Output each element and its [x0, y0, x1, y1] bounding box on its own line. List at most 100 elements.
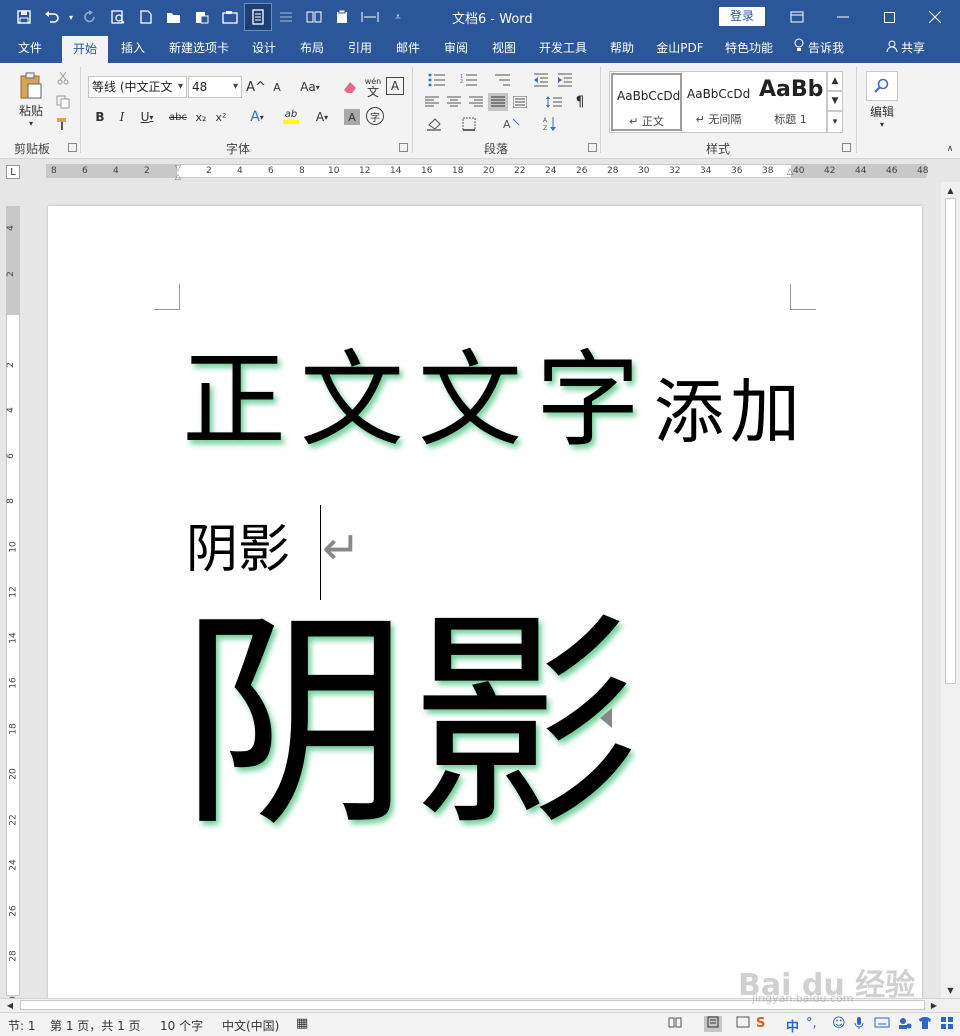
- spacing-icon[interactable]: [356, 3, 384, 31]
- strikethrough-button[interactable]: abc: [166, 107, 190, 127]
- char-border-button[interactable]: A: [386, 77, 404, 95]
- doc-big-shadow-text[interactable]: 阴影: [180, 600, 640, 850]
- bullets-icon[interactable]: [422, 71, 452, 89]
- clear-format-icon[interactable]: [340, 77, 360, 97]
- minimize-icon[interactable]: [820, 0, 866, 34]
- customize-icon[interactable]: ⩡: [384, 3, 412, 31]
- columns-icon[interactable]: [300, 3, 328, 31]
- tab-insert[interactable]: 插入: [112, 34, 154, 63]
- emoji-icon[interactable]: ☺: [832, 1016, 846, 1031]
- doc-paragraph-1-cont[interactable]: 阴影: [186, 512, 290, 588]
- align-icon[interactable]: [272, 3, 300, 31]
- toolbox-icon[interactable]: [940, 1016, 954, 1034]
- read-mode-icon[interactable]: [668, 1016, 682, 1032]
- italic-button[interactable]: I: [114, 107, 130, 127]
- style-no-spacing[interactable]: AaBbCcDd ↵ 无间隔: [683, 73, 754, 131]
- copy-icon[interactable]: [54, 93, 72, 111]
- indent-markers-icon[interactable]: ▽ △: [172, 160, 184, 184]
- align-right-icon[interactable]: [466, 93, 486, 111]
- sogou-ime-icon[interactable]: S: [756, 1016, 765, 1031]
- ime-mode-indicator[interactable]: 中: [786, 1016, 799, 1035]
- format-painter-icon[interactable]: [54, 115, 72, 133]
- enclose-char-button[interactable]: 字: [366, 107, 384, 125]
- multilevel-list-icon[interactable]: [486, 71, 518, 89]
- styles-scroll-down-icon[interactable]: ▼: [827, 91, 843, 111]
- increase-indent-icon[interactable]: [554, 71, 576, 89]
- sort-icon[interactable]: AZ: [540, 115, 560, 133]
- underline-button[interactable]: U ▾: [136, 107, 158, 127]
- open-icon[interactable]: [160, 3, 188, 31]
- justify-icon[interactable]: [488, 93, 508, 111]
- close-icon[interactable]: [912, 0, 958, 34]
- tab-tell-me[interactable]: 告诉我: [794, 34, 864, 63]
- status-section[interactable]: 节: 1: [8, 1017, 36, 1034]
- status-language[interactable]: 中文(中国): [222, 1017, 279, 1034]
- print-layout-icon[interactable]: [704, 1016, 722, 1032]
- grow-font-button[interactable]: A^: [246, 77, 266, 97]
- font-size-combo[interactable]: 48 ▾: [188, 76, 242, 98]
- shrink-font-button[interactable]: A: [268, 77, 286, 97]
- style-heading-1[interactable]: AaBb 标题 1: [755, 73, 826, 131]
- shading-icon[interactable]: [422, 115, 450, 133]
- scroll-down-icon[interactable]: ▼: [944, 984, 957, 996]
- decrease-indent-icon[interactable]: [530, 71, 552, 89]
- superscript-button[interactable]: x²: [212, 107, 230, 127]
- scroll-up-icon[interactable]: ▲: [944, 184, 957, 196]
- paste-button[interactable]: 粘贴 ▾: [12, 71, 50, 129]
- distributed-icon[interactable]: [510, 93, 530, 111]
- tab-selector-icon[interactable]: L: [6, 165, 20, 179]
- tab-new[interactable]: 新建选项卡: [164, 34, 234, 63]
- paste-options-icon[interactable]: [328, 3, 356, 31]
- new-doc-icon[interactable]: [132, 3, 160, 31]
- save-icon[interactable]: [10, 3, 38, 31]
- share-button[interactable]: 共享: [886, 34, 946, 63]
- vertical-ruler[interactable]: 4224681012141618202224262830: [6, 206, 20, 1007]
- font-color-button[interactable]: A ▾: [310, 107, 334, 127]
- edit-button[interactable]: 编辑: [862, 103, 902, 119]
- undo-icon[interactable]: [38, 3, 66, 31]
- macro-icon[interactable]: ▦: [296, 1016, 308, 1031]
- tab-references[interactable]: 引用: [340, 34, 380, 63]
- keyboard-icon[interactable]: [874, 1016, 890, 1032]
- tab-developer[interactable]: 开发工具: [532, 34, 594, 63]
- screenshot-icon[interactable]: [216, 3, 244, 31]
- phonetic-guide-button[interactable]: wén 文: [362, 75, 384, 99]
- collapse-ribbon-icon[interactable]: ∧: [944, 143, 956, 155]
- maximize-icon[interactable]: [866, 0, 912, 34]
- tab-features[interactable]: 特色功能: [718, 34, 780, 63]
- right-indent-icon[interactable]: △: [784, 166, 796, 178]
- web-layout-icon[interactable]: [736, 1016, 750, 1032]
- ribbon-display-icon[interactable]: [774, 0, 820, 34]
- char-shading-button[interactable]: A: [344, 109, 360, 125]
- undo-dropdown-icon[interactable]: ▾: [66, 3, 76, 31]
- tab-home[interactable]: 开始: [62, 36, 108, 63]
- status-page[interactable]: 第 1 页，共 1 页: [50, 1017, 141, 1034]
- styles-launcher-icon[interactable]: [842, 143, 851, 152]
- tab-layout[interactable]: 布局: [292, 34, 332, 63]
- tab-design[interactable]: 设计: [244, 34, 284, 63]
- styles-more-icon[interactable]: ▾: [827, 111, 843, 133]
- text-effects-button[interactable]: A ▾: [242, 107, 272, 127]
- styles-scroll-up-icon[interactable]: ▲: [827, 71, 843, 91]
- paste-icon[interactable]: [188, 3, 216, 31]
- scroll-left-icon[interactable]: ◀: [4, 1000, 16, 1010]
- change-case-button[interactable]: Aa ▾: [294, 77, 326, 97]
- skin-icon[interactable]: [898, 1016, 912, 1034]
- status-words[interactable]: 10 个字: [160, 1017, 203, 1034]
- highlight-button[interactable]: ab: [276, 105, 306, 127]
- vertical-scroll-thumb[interactable]: [945, 198, 956, 684]
- punctuation-icon[interactable]: °,: [806, 1016, 817, 1031]
- line-spacing-icon[interactable]: [540, 93, 568, 111]
- align-center-icon[interactable]: [444, 93, 464, 111]
- bold-button[interactable]: B: [92, 107, 108, 127]
- find-icon[interactable]: [866, 71, 898, 101]
- align-left-icon[interactable]: [422, 93, 442, 111]
- redo-icon[interactable]: [76, 3, 104, 31]
- scroll-right-icon[interactable]: ▶: [928, 1000, 940, 1010]
- tab-review[interactable]: 审阅: [436, 34, 476, 63]
- login-button[interactable]: 登录: [719, 7, 765, 26]
- clipboard-launcher-icon[interactable]: [68, 143, 77, 152]
- font-launcher-icon[interactable]: [399, 143, 408, 152]
- show-marks-icon[interactable]: ¶: [570, 93, 590, 111]
- reading-mode-icon[interactable]: [244, 3, 272, 31]
